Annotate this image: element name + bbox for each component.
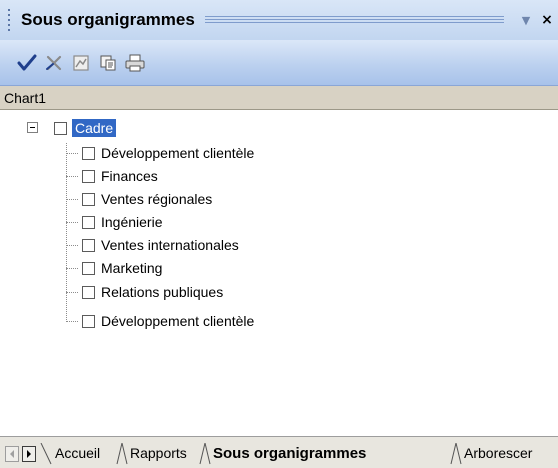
tree-connector	[66, 176, 78, 177]
chart-icon	[73, 54, 89, 71]
tree-item[interactable]: Ingénierie	[82, 212, 163, 232]
title-bar-decoration	[204, 15, 504, 25]
tree-item-checkbox[interactable]	[82, 314, 95, 328]
scroll-tabs-left-button[interactable]	[5, 446, 19, 462]
tree-item-label[interactable]: Développement clientèle	[101, 144, 254, 162]
tree-connector	[66, 245, 78, 246]
close-icon[interactable]: ×	[536, 12, 558, 28]
tree-item[interactable]: Finances	[82, 166, 158, 186]
drag-grip-icon[interactable]	[3, 8, 15, 32]
tree-connector	[66, 268, 78, 269]
tree-item[interactable]: Développement clientèle	[82, 311, 254, 331]
tree-item-label[interactable]: Ventes internationales	[101, 236, 239, 254]
tree-item-label[interactable]: Relations publiques	[101, 283, 223, 301]
chart-button[interactable]	[68, 50, 94, 76]
tab-rapports[interactable]: Rapports	[130, 445, 187, 461]
tree-item-checkbox[interactable]	[82, 215, 95, 229]
tree-connector	[66, 222, 78, 223]
check-button[interactable]	[14, 50, 40, 76]
tree-item-label[interactable]: Marketing	[101, 259, 162, 277]
tree-connector	[66, 153, 78, 154]
tree-root-checkbox[interactable]	[54, 121, 67, 135]
tree-connector	[66, 292, 78, 293]
collapse-icon[interactable]	[27, 122, 38, 133]
tab-separator	[199, 443, 211, 465]
tree-connector	[66, 321, 78, 322]
print-icon	[125, 54, 145, 71]
tab-separator	[40, 443, 52, 465]
tab-sous-organigrammes[interactable]: Sous organigrammes	[213, 445, 366, 462]
tree-item[interactable]: Marketing	[82, 258, 162, 278]
tab-separator	[116, 443, 128, 465]
tree-item-checkbox[interactable]	[82, 238, 95, 252]
tree-root-label[interactable]: Cadre	[72, 119, 117, 137]
tree-item-checkbox[interactable]	[82, 146, 95, 160]
tree-item-checkbox[interactable]	[82, 169, 95, 183]
tree-item-label[interactable]: Ingénierie	[101, 213, 163, 231]
tree-item-label[interactable]: Finances	[101, 167, 158, 185]
tree-connector	[66, 199, 78, 200]
tab-separator	[450, 443, 462, 465]
tree-item[interactable]: Relations publiques	[82, 282, 223, 302]
panel-title-bar[interactable]: Sous organigrammes ▼ ×	[0, 0, 558, 40]
tree-connector-line	[66, 143, 67, 322]
tree-item[interactable]: Développement clientèle	[82, 143, 254, 163]
chart-label: Chart1	[0, 86, 558, 110]
tree-item-checkbox[interactable]	[82, 192, 95, 206]
print-button[interactable]	[122, 50, 148, 76]
copy-button[interactable]	[95, 50, 121, 76]
tree-item-checkbox[interactable]	[82, 285, 95, 299]
panel-title: Sous organigrammes	[21, 10, 195, 29]
copy-icon	[100, 55, 116, 70]
tree-item[interactable]: Ventes régionales	[82, 189, 212, 209]
tree-root-item[interactable]: Cadre	[54, 118, 117, 138]
tab-arborescence[interactable]: Arborescer	[464, 445, 532, 461]
dropdown-arrow-icon[interactable]: ▼	[516, 14, 536, 27]
sheet-tab-bar: Accueil Rapports Sous organigrammes Arbo…	[0, 436, 558, 468]
tree-item-checkbox[interactable]	[82, 261, 95, 275]
uncheck-button[interactable]	[41, 50, 67, 76]
toolbar	[0, 40, 558, 86]
cross-icon	[46, 55, 62, 70]
tab-accueil[interactable]: Accueil	[55, 445, 100, 461]
tree-item-label[interactable]: Développement clientèle	[101, 312, 254, 330]
tree-item-label[interactable]: Ventes régionales	[101, 190, 212, 208]
tree-item[interactable]: Ventes internationales	[82, 235, 239, 255]
scroll-tabs-right-button[interactable]	[22, 446, 36, 462]
arrow-right-icon	[27, 450, 31, 458]
arrow-left-icon	[10, 450, 14, 458]
checkmark-icon	[17, 54, 37, 70]
